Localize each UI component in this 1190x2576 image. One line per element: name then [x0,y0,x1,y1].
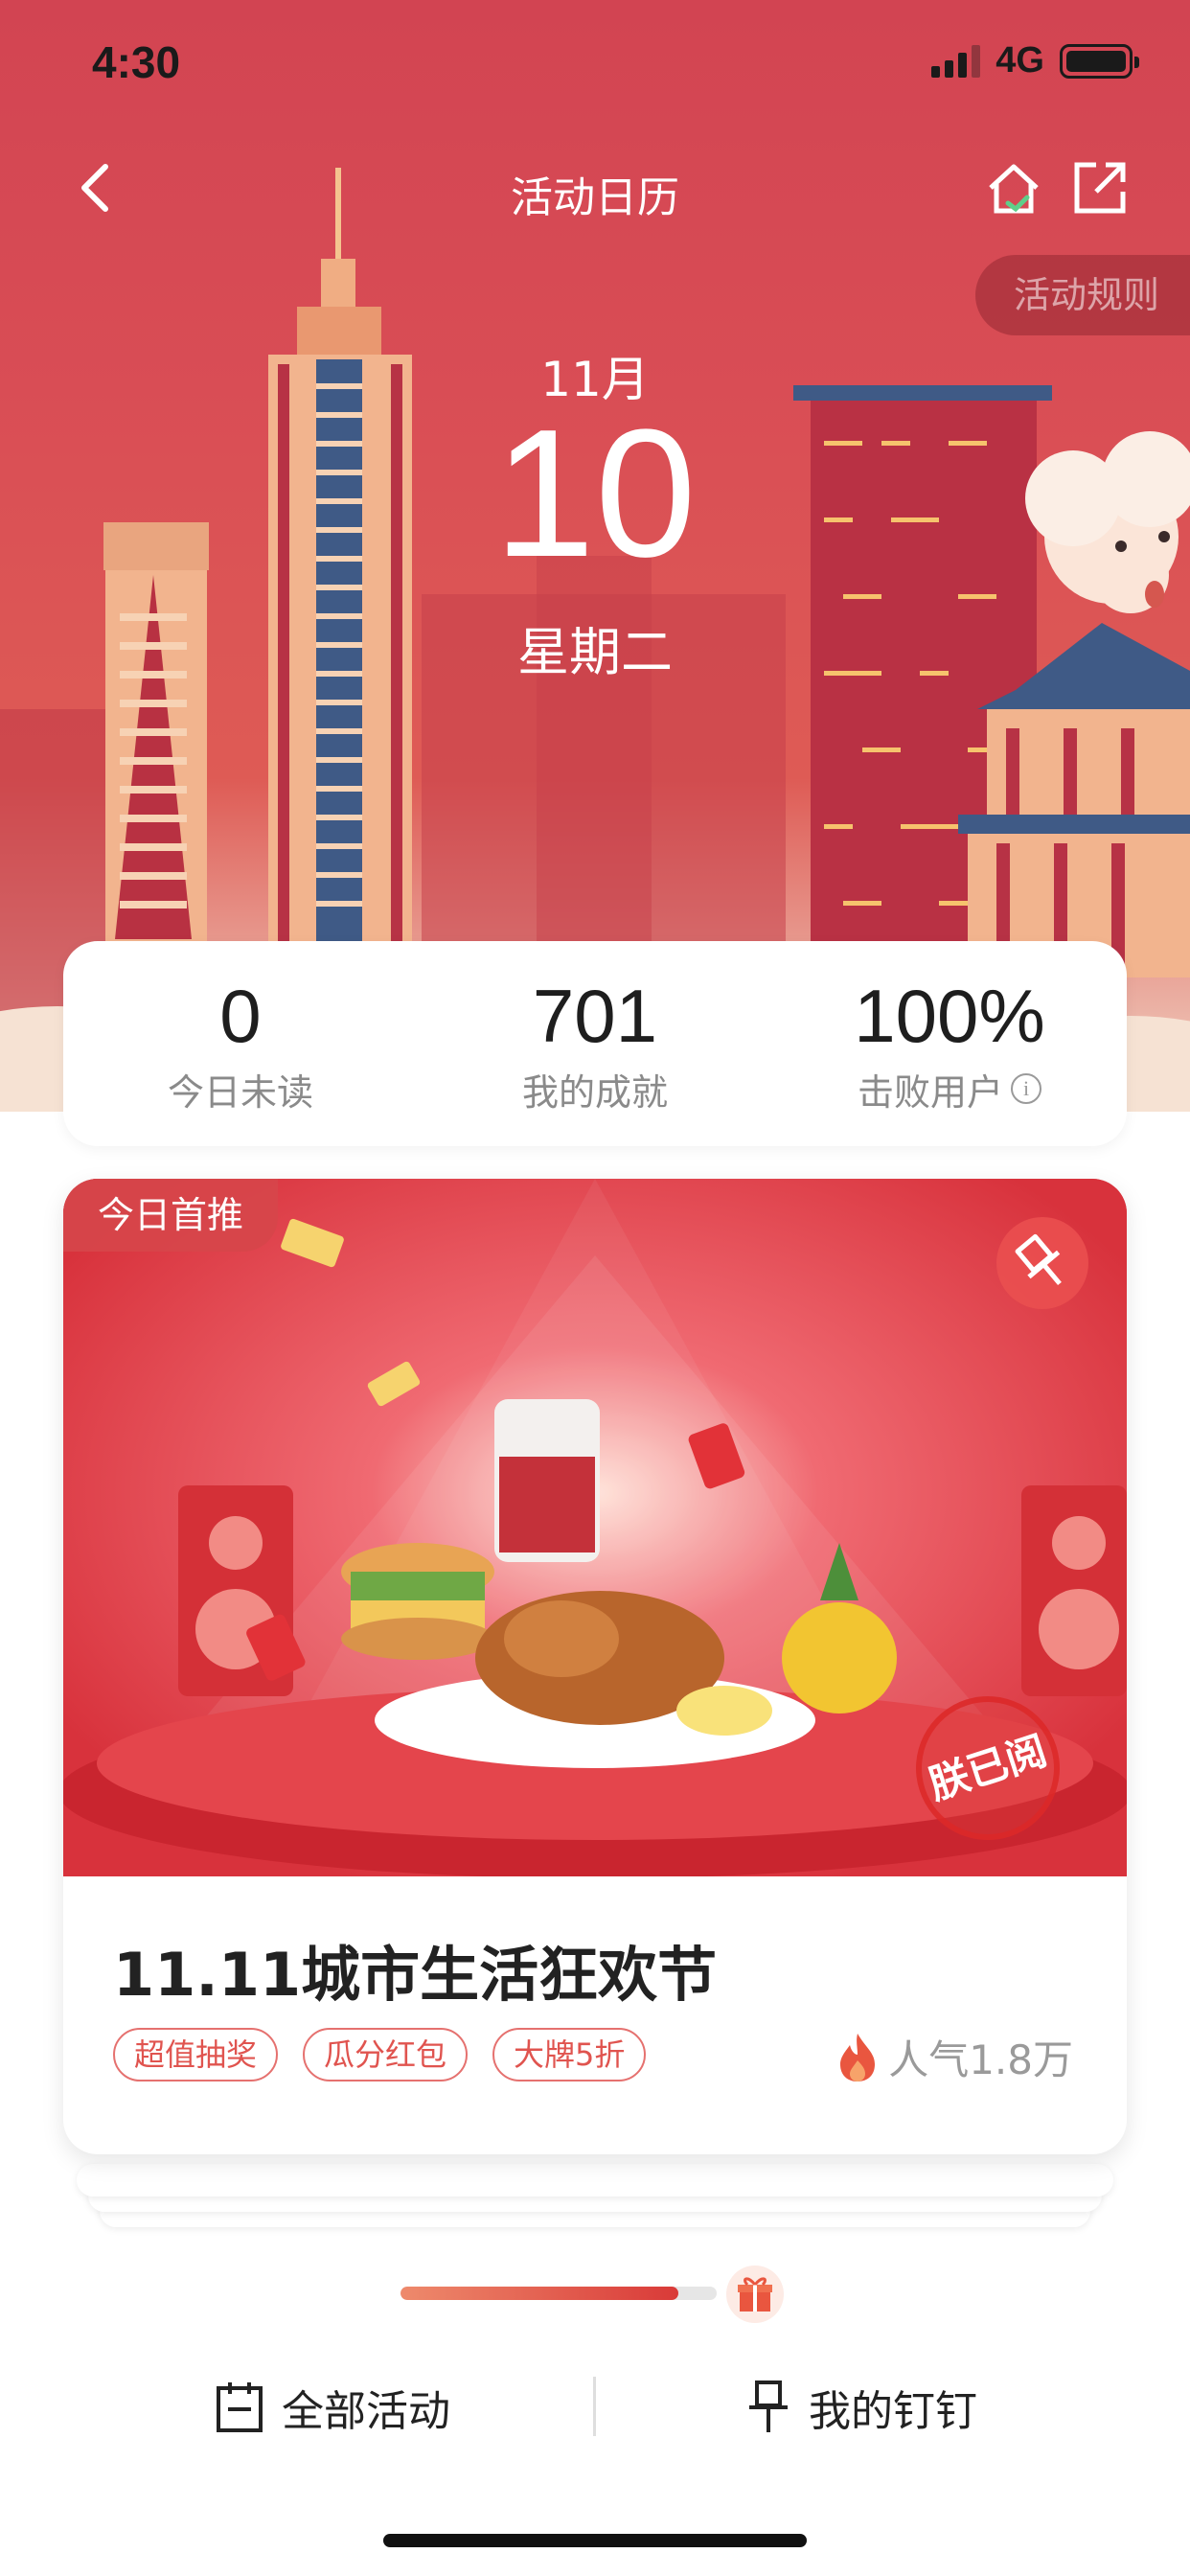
popularity-label: 人气1.8万 [888,2036,1073,2083]
stat-beat-users-label: 击败用户 [857,1070,1003,1114]
date-day: 10 [493,392,697,595]
status-time: 4:30 [92,37,181,87]
signal-icon [931,44,981,78]
progress-fill [400,2287,679,2300]
activity-progress-bar [400,2287,717,2300]
stats-card: 0 今日未读 701 我的成就 100% 击败用户 i [63,941,1127,1146]
bottom-toolbar: 全部活动 我的钉钉 [0,2358,1190,2453]
stat-beat-users[interactable]: 100% 击败用户 i [774,973,1125,1116]
status-bar: 4:30 4G [0,0,1190,125]
tag-item: 超值抽奖 [113,2028,279,2082]
stat-achievements-label: 我的成就 [521,1070,668,1114]
featured-activity-card[interactable]: 今日首推 朕已阅 11.11城市生活狂欢节 超值抽奖 瓜分红包 大牌5折 人气1… [63,1179,1127,2154]
home-indicator[interactable] [383,2534,807,2547]
battery-icon [1060,43,1139,79]
gift-icon [738,2277,772,2312]
home-check-icon[interactable] [983,159,1044,220]
tag-item: 大牌5折 [492,2028,647,2082]
stat-unread-value: 0 [219,973,262,1058]
toolbar-divider [593,2377,596,2436]
stat-beat-users-value: 100% [854,973,1045,1058]
activity-rules-button[interactable]: 活动规则 [975,255,1190,335]
calendar-icon [217,2382,263,2432]
tag-item: 瓜分红包 [303,2028,469,2082]
my-pins-label: 我的钉钉 [809,2387,977,2436]
info-icon[interactable]: i [1011,1073,1041,1104]
stat-achievements[interactable]: 701 我的成就 [420,973,770,1116]
stat-achievements-value: 701 [532,973,658,1058]
share-icon[interactable] [1071,159,1129,217]
navigation-bar: 活动日历 [0,144,1190,240]
date-weekday: 星期二 [517,622,673,682]
flame-icon [840,2033,876,2082]
all-activities-label: 全部活动 [282,2387,450,2436]
gift-button[interactable] [726,2266,784,2323]
today-recommend-badge: 今日首推 [63,1179,279,1252]
activity-banner-image[interactable]: 今日首推 朕已阅 [63,1179,1127,1876]
activity-title[interactable]: 11.11城市生活狂欢节 [113,1926,717,2012]
activity-tags: 超值抽奖 瓜分红包 大牌5折 [113,2028,647,2082]
pin-button[interactable] [996,1217,1088,1309]
stat-unread-label: 今日未读 [167,1070,313,1114]
pin-icon [749,2380,788,2432]
stat-unread[interactable]: 0 今日未读 [65,973,416,1116]
pin-icon [1015,1233,1062,1286]
card-stack-layer [77,2164,1113,2196]
network-label: 4G [995,40,1044,80]
all-activities-button[interactable]: 全部活动 [215,2377,450,2438]
popularity-indicator: 人气1.8万 [836,2028,1073,2086]
my-pins-button[interactable]: 我的钉钉 [745,2377,977,2438]
